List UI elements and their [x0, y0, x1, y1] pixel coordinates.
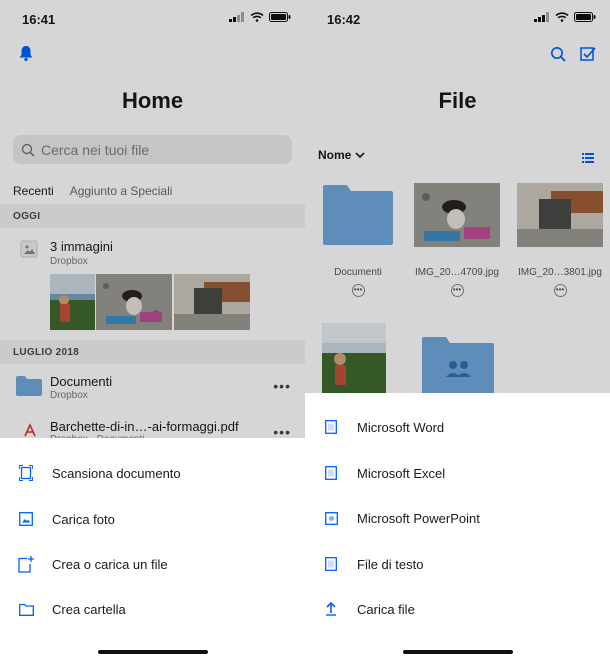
excel-doc-icon — [305, 466, 357, 480]
action-new-text-file[interactable]: File di testo — [305, 544, 610, 584]
text-file-icon — [305, 557, 357, 571]
new-file-icon — [0, 555, 52, 573]
search-bar[interactable] — [13, 135, 292, 164]
notifications-bell-icon[interactable] — [17, 44, 35, 67]
tab-speciali[interactable]: Aggiunto a Speciali — [70, 184, 173, 206]
action-scan-document[interactable]: Scansiona documento — [0, 453, 305, 493]
image-thumbnail[interactable] — [322, 323, 386, 393]
action-create-folder[interactable]: Crea cartella — [0, 589, 305, 629]
photo-thumbnail[interactable] — [174, 274, 250, 330]
grid-item-name: Documenti — [334, 267, 382, 278]
powerpoint-doc-icon — [305, 511, 357, 525]
home-screen: 16:41 Home Recenti Aggiunto a Speciali O… — [0, 0, 305, 660]
status-bar: 16:41 — [0, 0, 305, 36]
search-icon[interactable] — [550, 46, 566, 62]
sort-label: Nome — [318, 148, 352, 162]
system-icons — [229, 12, 291, 22]
chevron-down-icon — [355, 151, 365, 158]
section-header-july: LUGLIO 2018 — [0, 340, 305, 364]
grid-item-image[interactable]: IMG_20…3801.jpg ••• — [517, 183, 603, 297]
file-name[interactable]: Barchette-di-in…-ai-formaggi.pdf — [50, 419, 239, 434]
shared-folder-icon[interactable] — [422, 337, 494, 393]
file-location: Dropbox — [50, 390, 88, 401]
action-new-powerpoint[interactable]: Microsoft PowerPoint — [305, 498, 610, 538]
folder-icon — [323, 185, 393, 245]
top-actions — [550, 46, 596, 62]
system-icons — [534, 12, 596, 22]
upload-icon — [305, 602, 357, 616]
more-options-button[interactable]: ••• — [450, 284, 464, 297]
action-label: Carica file — [357, 601, 415, 617]
recent-group-subtitle: Dropbox — [50, 256, 88, 267]
scan-document-icon — [0, 465, 52, 481]
action-upload-photo[interactable]: Carica foto — [0, 499, 305, 539]
action-upload-file[interactable]: Carica file — [305, 589, 610, 629]
section-header-today: OGGI — [0, 204, 305, 228]
grid-item-folder[interactable]: Documenti ••• — [315, 183, 401, 297]
folder-outline-icon — [0, 603, 52, 616]
status-time: 16:42 — [327, 12, 361, 27]
new-file-sheet: Microsoft Word Microsoft Excel Microsoft… — [305, 393, 610, 660]
action-label: Microsoft Excel — [357, 465, 446, 481]
action-label: Scansiona documento — [52, 465, 181, 481]
status-bar: 16:42 — [305, 0, 610, 36]
action-label: Carica foto — [52, 511, 115, 527]
grid-item-name: IMG_20…4709.jpg — [415, 267, 499, 278]
action-label: Crea cartella — [52, 601, 126, 617]
action-new-word[interactable]: Microsoft Word — [305, 407, 610, 447]
word-doc-icon — [305, 420, 357, 434]
more-options-button[interactable]: ••• — [553, 284, 567, 297]
file-name[interactable]: Documenti — [50, 374, 112, 389]
action-new-excel[interactable]: Microsoft Excel — [305, 453, 610, 493]
list-view-icon[interactable] — [582, 150, 594, 168]
image-thumbnail — [517, 183, 603, 247]
search-input[interactable] — [41, 141, 281, 158]
action-label: Microsoft PowerPoint — [357, 510, 480, 526]
files-screen: 16:42 File Nome Documenti ••• IMG_20…470… — [305, 0, 610, 660]
tab-recenti[interactable]: Recenti — [13, 184, 54, 206]
action-sheet: Scansiona documento Carica foto Crea o c… — [0, 438, 305, 660]
images-group-icon — [20, 240, 38, 263]
home-tabs: Recenti Aggiunto a Speciali — [13, 184, 172, 206]
folder-icon — [16, 376, 42, 401]
battery-icon — [574, 12, 596, 22]
signal-icon — [229, 12, 244, 22]
select-checkbox-icon[interactable] — [580, 46, 596, 62]
grid-item-name: IMG_20…3801.jpg — [518, 267, 602, 278]
status-time: 16:41 — [22, 12, 56, 27]
recent-group-title[interactable]: 3 immagini — [50, 239, 113, 254]
page-title: Home — [121, 88, 184, 113]
photo-thumbnail[interactable] — [50, 274, 95, 330]
wifi-icon — [555, 12, 569, 22]
more-options-button[interactable]: ••• — [351, 284, 365, 297]
search-icon — [21, 143, 35, 157]
signal-icon — [534, 12, 549, 22]
more-options-button[interactable]: ••• — [273, 378, 291, 394]
action-create-file[interactable]: Crea o carica un file — [0, 544, 305, 584]
page-title: File — [438, 88, 477, 113]
wifi-icon — [250, 12, 264, 22]
sort-selector[interactable]: Nome — [318, 148, 365, 162]
action-label: File di testo — [357, 556, 424, 572]
photo-thumbnail[interactable] — [96, 274, 172, 330]
action-label: Crea o carica un file — [52, 556, 168, 572]
home-indicator[interactable] — [403, 650, 513, 654]
grid-item-image[interactable]: IMG_20…4709.jpg ••• — [414, 183, 500, 297]
image-thumbnail — [414, 183, 500, 247]
photo-icon — [0, 512, 52, 526]
action-label: Microsoft Word — [357, 419, 445, 435]
home-indicator[interactable] — [98, 650, 208, 654]
battery-icon — [269, 12, 291, 22]
